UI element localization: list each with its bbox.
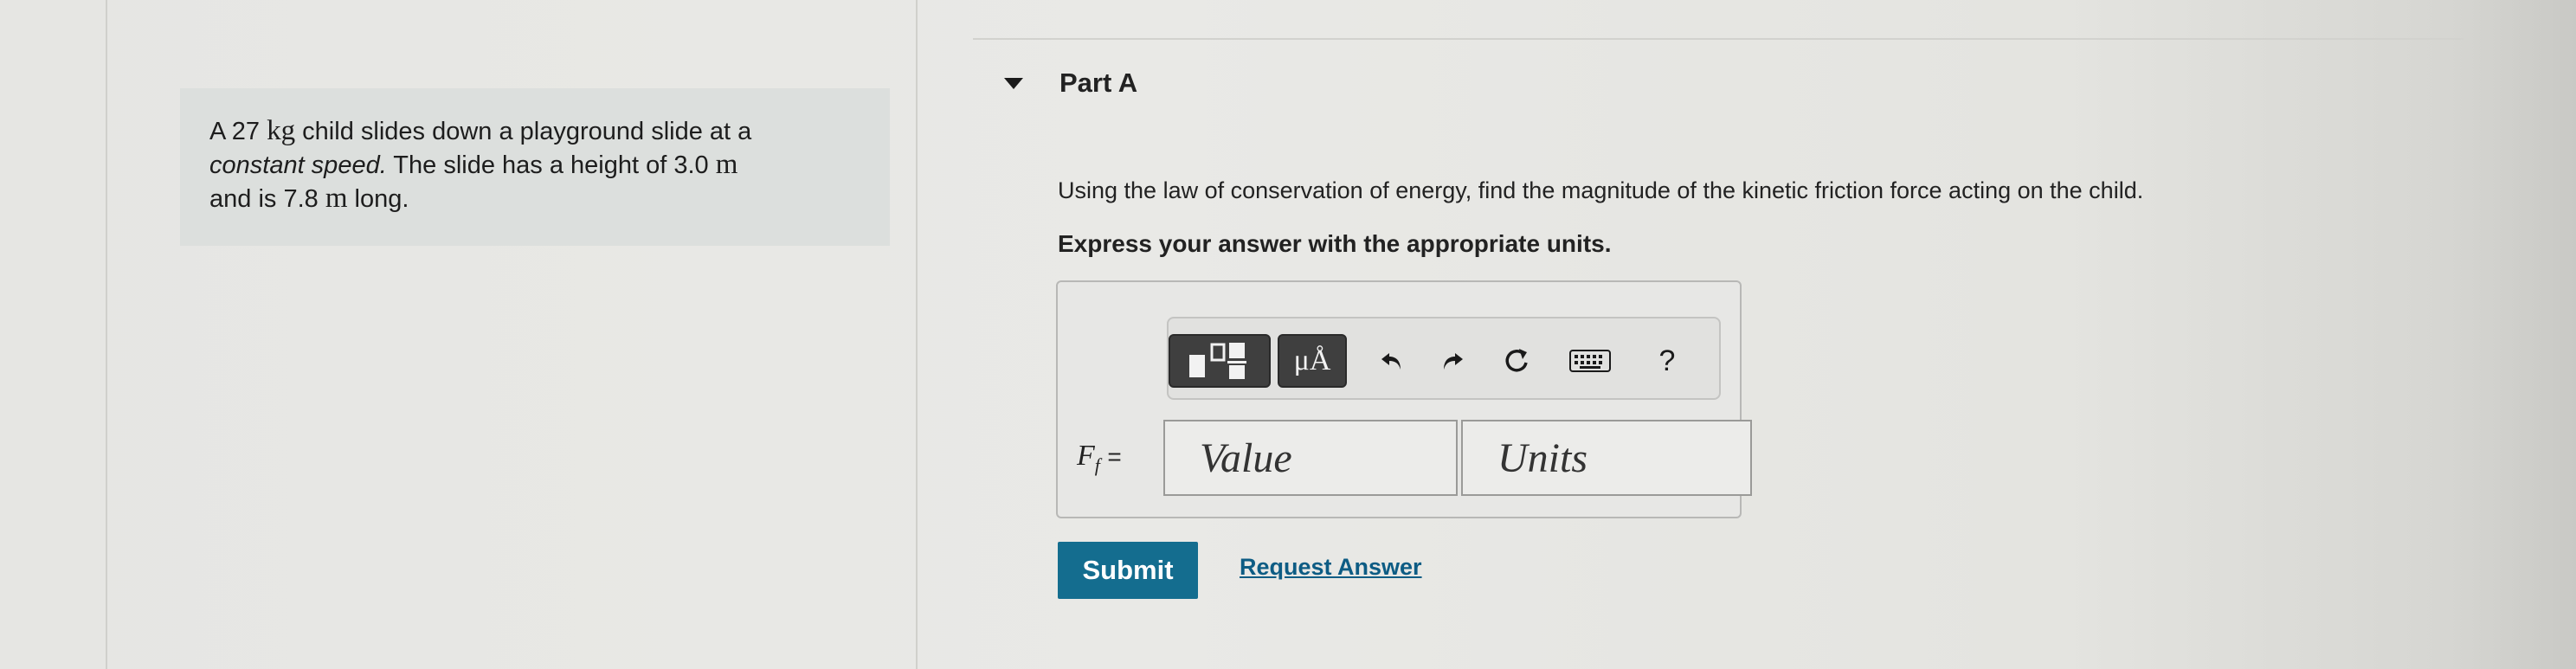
request-answer-link[interactable]: Request Answer [1240, 554, 1422, 581]
problem-text: long. [347, 185, 409, 213]
value-placeholder: Value [1200, 434, 1292, 481]
templates-button[interactable] [1169, 334, 1271, 388]
units-button[interactable]: μÅ [1278, 334, 1347, 388]
submit-button[interactable]: Submit [1058, 542, 1198, 599]
units-input[interactable]: Units [1461, 420, 1752, 496]
problem-line-3: and is 7.8 m long. [209, 182, 860, 215]
question-text: Using the law of conservation of energy,… [1058, 177, 2144, 203]
undo-button[interactable] [1366, 334, 1418, 388]
equals-sign: = [1107, 442, 1122, 470]
problem-emphasis: constant speed. [209, 151, 387, 179]
help-button[interactable]: ? [1641, 334, 1693, 388]
answer-row: Ff = Value Units [1077, 419, 1752, 497]
keyboard-button[interactable] [1560, 334, 1620, 388]
problem-text: and is 7.8 [209, 185, 325, 213]
part-a-header[interactable]: Part A [1004, 66, 1137, 100]
units-button-label: μÅ [1293, 344, 1331, 376]
templates-icon [1189, 343, 1246, 379]
unit-m: m [325, 183, 348, 214]
unit-m: m [715, 149, 738, 180]
problem-text: The slide has a height of 3.0 [386, 151, 716, 179]
unit-kg: kg [267, 115, 296, 146]
value-input[interactable]: Value [1163, 420, 1458, 496]
center-divider [916, 0, 918, 669]
part-title: Part A [1059, 68, 1138, 98]
help-icon: ? [1658, 344, 1676, 377]
undo-icon [1381, 353, 1401, 370]
redo-button[interactable] [1426, 334, 1478, 388]
redo-icon [1444, 353, 1463, 370]
keyboard-icon [1569, 350, 1611, 372]
math-toolbar: μÅ ? [1167, 317, 1721, 400]
left-divider [106, 0, 107, 669]
part-top-rule [973, 38, 2463, 40]
reset-button[interactable] [1491, 334, 1542, 388]
problem-text: A 27 [209, 118, 267, 145]
problem-text: child slides down a playground slide at … [295, 118, 752, 145]
collapse-caret-icon[interactable] [1004, 77, 1023, 89]
problem-line-1: A 27 kg child slides down a playground s… [209, 114, 860, 148]
variable-label: Ff = [1077, 440, 1163, 477]
instruction-text: Express your answer with the appropriate… [1058, 230, 1612, 257]
problem-line-2: constant speed. The slide has a height o… [209, 148, 860, 182]
variable-symbol: F [1077, 439, 1095, 472]
problem-statement: A 27 kg child slides down a playground s… [180, 88, 890, 246]
variable-subscript: f [1094, 454, 1100, 476]
answer-panel: μÅ ? Ff = Value Units [1056, 280, 1752, 518]
reset-icon [1505, 349, 1528, 372]
units-placeholder: Units [1497, 434, 1588, 481]
